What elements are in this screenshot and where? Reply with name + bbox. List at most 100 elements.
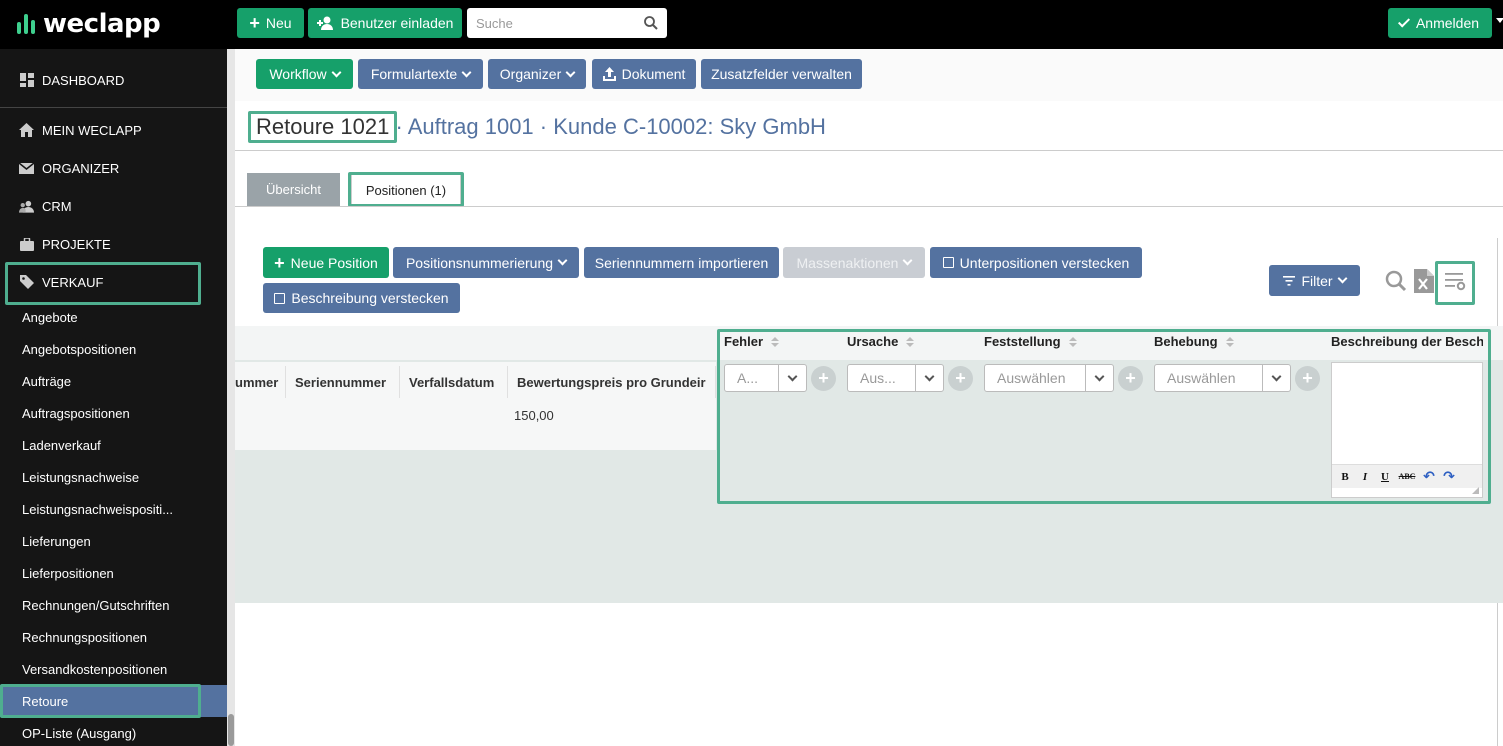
checkbox-icon xyxy=(274,292,286,304)
formulartexte-button[interactable]: Formulartexte xyxy=(358,59,483,89)
field-header-label: Ursache xyxy=(847,334,899,349)
column-header-article-number[interactable]: ummer xyxy=(235,366,286,398)
organizer-label: Organizer xyxy=(499,66,562,82)
home-icon xyxy=(19,123,34,138)
sidebar-item-auftragspositionen[interactable]: Auftragspositionen xyxy=(0,397,227,429)
add-fehler-button[interactable]: + xyxy=(811,366,836,391)
sidebar-item-angebote[interactable]: Angebote xyxy=(0,301,227,333)
chevron-down-icon[interactable] xyxy=(1262,365,1290,391)
sidebar-item-lieferungen[interactable]: Lieferungen xyxy=(0,525,227,557)
description-editor[interactable]: B I U ABC ↶ ↷ xyxy=(1331,362,1483,498)
undo-icon[interactable]: ↶ xyxy=(1420,468,1438,486)
field-header-fehler[interactable]: Fehler xyxy=(724,334,780,349)
sidebar-item-angebotspositionen[interactable]: Angebotspositionen xyxy=(0,333,227,365)
filter-icon xyxy=(1283,275,1296,286)
new-position-button[interactable]: + Neue Position xyxy=(263,247,389,278)
feststellung-select[interactable]: Auswählen xyxy=(984,364,1114,392)
column-header-valuation-price[interactable]: Bewertungspreis pro Grundeir xyxy=(509,366,716,398)
invite-user-label: Benutzer einladen xyxy=(340,15,454,31)
sidebar-item-rechnungen-gutschriften[interactable]: Rechnungen/Gutschriften xyxy=(0,589,227,621)
sidebar-item-rechnungspositionen[interactable]: Rechnungspositionen xyxy=(0,621,227,653)
upload-icon xyxy=(602,67,616,81)
sort-icon[interactable] xyxy=(1068,336,1077,347)
tag-icon xyxy=(19,275,34,290)
sidebar-item-crm[interactable]: CRM xyxy=(0,187,227,225)
invite-user-button[interactable]: Benutzer einladen xyxy=(308,8,462,38)
sidebar-item-label: Rechnungen/Gutschriften xyxy=(22,597,170,613)
login-label: Anmelden xyxy=(1415,15,1480,31)
sort-icon[interactable] xyxy=(1225,336,1234,347)
search-icon[interactable] xyxy=(1384,269,1408,293)
bulk-actions-button[interactable]: Massenaktionen xyxy=(783,247,925,278)
scrollbar-thumb[interactable] xyxy=(228,714,234,746)
behebung-select[interactable]: Auswählen xyxy=(1154,364,1291,392)
chevron-down-icon xyxy=(1337,273,1348,284)
filter-button[interactable]: Filter xyxy=(1269,265,1360,296)
dashboard-icon xyxy=(19,73,34,88)
add-feststellung-button[interactable]: + xyxy=(1118,366,1143,391)
column-settings-icon[interactable] xyxy=(1440,267,1470,295)
new-position-label: Neue Position xyxy=(290,254,378,271)
chevron-down-icon[interactable] xyxy=(915,365,943,391)
sidebar-item-verkauf[interactable]: VERKAUF xyxy=(0,263,227,301)
sidebar-item-projekte[interactable]: PROJEKTE xyxy=(0,225,227,263)
customer-link[interactable]: Kunde C-10002: Sky GmbH xyxy=(553,114,826,139)
search-icon[interactable] xyxy=(644,16,658,30)
order-link[interactable]: Auftrag 1001 xyxy=(408,114,534,139)
chevron-down-icon[interactable] xyxy=(1085,365,1113,391)
global-search[interactable] xyxy=(467,8,667,38)
column-header-expiry-date[interactable]: Verfallsdatum xyxy=(401,366,508,398)
sidebar-item-ladenverkauf[interactable]: Ladenverkauf xyxy=(0,429,227,461)
sidebar-item-label: PROJEKTE xyxy=(42,236,111,252)
dokument-button[interactable]: Dokument xyxy=(592,59,696,89)
sidebar-item-organizer[interactable]: ORGANIZER xyxy=(0,149,227,187)
chevron-down-icon[interactable] xyxy=(778,365,806,391)
check-icon xyxy=(1397,14,1410,28)
search-input[interactable] xyxy=(476,15,636,31)
sidebar-scrollbar[interactable] xyxy=(227,49,235,746)
weclapp-logo[interactable]: weclapp xyxy=(17,9,161,39)
field-header-feststellung[interactable]: Feststellung xyxy=(984,334,1077,349)
user-menu-chevron-icon[interactable] xyxy=(1496,18,1503,26)
fehler-select[interactable]: A... xyxy=(724,364,807,392)
sidebar-item-dashboard[interactable]: DASHBOARD xyxy=(0,61,227,99)
resize-handle-icon[interactable] xyxy=(1472,487,1479,494)
hide-description-button[interactable]: Beschreibung verstecken xyxy=(263,283,460,313)
ursache-select[interactable]: Aus... xyxy=(847,364,944,392)
column-header-serial-number[interactable]: Seriennummer xyxy=(287,366,400,398)
sort-icon[interactable] xyxy=(906,336,915,347)
sidebar-item-lieferpositionen[interactable]: Lieferpositionen xyxy=(0,557,227,589)
sidebar-item-label: Angebotspositionen xyxy=(22,341,137,357)
redo-icon[interactable]: ↷ xyxy=(1440,468,1458,486)
new-button[interactable]: + Neu xyxy=(237,8,304,38)
position-numbering-button[interactable]: Positionsnummerierung xyxy=(393,247,579,278)
new-button-label: Neu xyxy=(265,15,292,31)
underline-button[interactable]: U xyxy=(1376,468,1394,486)
sidebar-item-auftraege[interactable]: Aufträge xyxy=(0,365,227,397)
strikethrough-button[interactable]: ABC xyxy=(1396,468,1418,486)
sidebar-item-leistungsnachweispositionen[interactable]: Leistungsnachweispositi... xyxy=(0,493,227,525)
hide-subpositions-button[interactable]: Unterpositionen verstecken xyxy=(930,247,1142,278)
add-behebung-button[interactable]: + xyxy=(1295,366,1320,391)
field-header-ursache[interactable]: Ursache xyxy=(847,334,915,349)
sidebar-item-op-liste[interactable]: OP-Liste (Ausgang) xyxy=(0,717,227,746)
excel-export-icon[interactable] xyxy=(1413,268,1435,294)
login-button[interactable]: Anmelden xyxy=(1388,8,1492,38)
italic-button[interactable]: I xyxy=(1356,468,1374,486)
sidebar-item-versandkostenpositionen[interactable]: Versandkostenpositionen xyxy=(0,653,227,685)
field-header-behebung[interactable]: Behebung xyxy=(1154,334,1234,349)
workflow-button[interactable]: Workflow xyxy=(256,59,353,89)
add-user-icon xyxy=(316,16,333,30)
field-header-beschreibung[interactable]: Beschreibung der Besch xyxy=(1331,334,1483,349)
add-ursache-button[interactable]: + xyxy=(948,366,973,391)
sort-icon[interactable] xyxy=(771,336,780,347)
sidebar-item-mein-weclapp[interactable]: MEIN WECLAPP xyxy=(0,111,227,149)
tab-uebersicht[interactable]: Übersicht xyxy=(247,173,340,206)
sidebar-item-retoure[interactable]: Retoure xyxy=(0,685,227,717)
bold-button[interactable]: B xyxy=(1336,468,1354,486)
sidebar-item-leistungsnachweise[interactable]: Leistungsnachweise xyxy=(0,461,227,493)
zusatzfelder-button[interactable]: Zusatzfelder verwalten xyxy=(701,59,862,89)
import-serial-numbers-button[interactable]: Seriennummern importieren xyxy=(584,247,779,278)
organizer-button[interactable]: Organizer xyxy=(488,59,586,89)
tab-positionen[interactable]: Positionen (1) xyxy=(351,173,461,206)
